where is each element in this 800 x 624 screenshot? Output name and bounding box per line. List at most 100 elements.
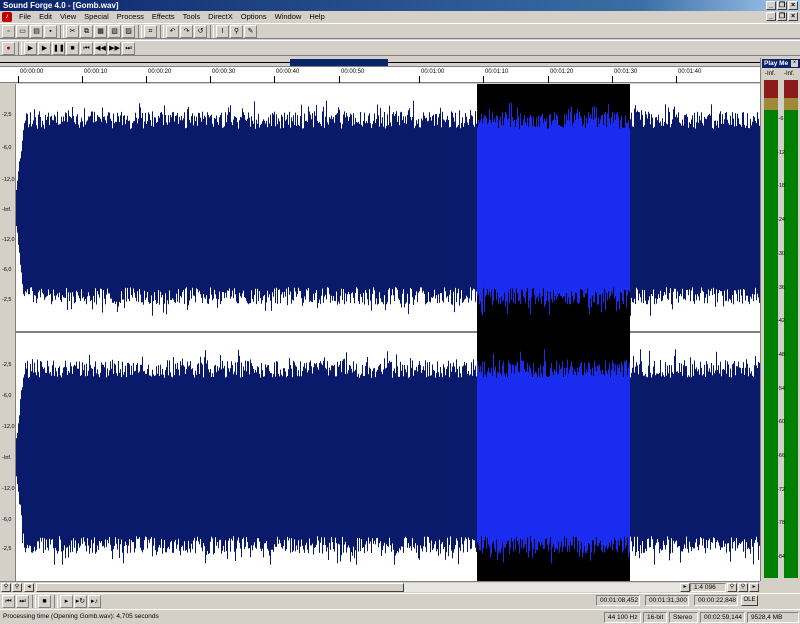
magnify-tool-icon[interactable]: ⚲ — [230, 24, 243, 38]
repeat-icon[interactable]: ↺ — [194, 24, 207, 38]
ole-drag-button[interactable]: OLE — [741, 595, 758, 606]
scroll-right-end-icon[interactable]: ▸ — [749, 583, 759, 592]
zoom-ratio[interactable]: 1:4 096 — [690, 583, 726, 592]
db-label: -6,0 — [2, 517, 12, 523]
close-icon[interactable]: × — [791, 60, 798, 67]
pencil-tool-icon[interactable]: ✎ — [244, 24, 257, 38]
fast-forward-icon[interactable]: ▶▶ — [108, 41, 121, 55]
menu-view[interactable]: View — [56, 11, 80, 23]
meter-clip-zone — [764, 80, 778, 98]
standard-toolbar: ▫ ▭ ▤ ▪ ✂ ⧉ ▦ ▧ ▨ ⌗ ↶ ↷ ↺ I ⚲ ✎ — [0, 23, 800, 39]
menu-file[interactable]: File — [15, 11, 35, 23]
zoom-out-icon[interactable]: ⚲ — [12, 583, 22, 592]
go-to-end-icon[interactable]: ⏭ — [16, 594, 29, 608]
document-controls: _ ❐ × — [766, 12, 798, 21]
menu-directx[interactable]: DirectX — [204, 11, 237, 23]
waveform-trace — [16, 100, 760, 316]
ruler-label: 00:00:30 — [212, 69, 236, 75]
doc-restore-button[interactable]: ❐ — [777, 12, 787, 21]
meter-scale-label: -60 — [777, 419, 785, 426]
scroll-right-icon[interactable]: ▸ — [680, 583, 690, 592]
menu-window[interactable]: Window — [271, 11, 306, 23]
menu-edit[interactable]: Edit — [35, 11, 56, 23]
sample-rate[interactable]: 44 100 Hz — [604, 612, 641, 623]
db-label: -Inf. — [2, 455, 12, 461]
restore-button[interactable]: ❐ — [777, 1, 787, 10]
toolbar-separator — [138, 24, 142, 38]
menu-tools[interactable]: Tools — [179, 11, 205, 23]
channel-mode[interactable]: Stereo — [669, 612, 698, 623]
db-label: -2,5 — [2, 297, 12, 303]
selection-end-time[interactable]: 00:01:31,300 — [645, 595, 689, 606]
zoom-in-icon[interactable]: ⚲ — [1, 583, 11, 592]
ruler-tick — [483, 76, 484, 83]
play-icon[interactable]: ▶ — [38, 41, 51, 55]
zoom-in-time-icon[interactable]: ⚲ — [727, 583, 737, 592]
meter-scale-label: -42 — [777, 318, 785, 325]
bit-depth[interactable]: 16-bit — [643, 612, 667, 623]
undo-icon[interactable]: ↶ — [166, 24, 179, 38]
stop-icon[interactable]: ■ — [66, 41, 79, 55]
menu-options[interactable]: Options — [237, 11, 271, 23]
play-all-icon[interactable]: ▶ — [24, 41, 37, 55]
db-label: -6,0 — [2, 145, 12, 151]
doc-close-button[interactable]: × — [788, 12, 798, 21]
paste-crossfade-icon[interactable]: ▨ — [122, 24, 135, 38]
close-button[interactable]: × — [788, 1, 798, 10]
open-folder-icon[interactable]: ▭ — [16, 24, 29, 38]
play-normal-icon[interactable]: ▸ — [60, 594, 73, 608]
db-label: -2,5 — [2, 112, 12, 118]
meter-scale-label: -84 — [777, 554, 785, 561]
redo-icon[interactable]: ↷ — [180, 24, 193, 38]
menu-process[interactable]: Process — [113, 11, 148, 23]
save-as-icon[interactable]: ▤ — [30, 24, 43, 38]
doc-minimize-button[interactable]: _ — [766, 12, 776, 21]
menu-special[interactable]: Special — [80, 11, 113, 23]
save-disk-icon[interactable]: ▪ — [44, 24, 57, 38]
stop-icon[interactable]: ■ — [38, 594, 51, 608]
waveform-display[interactable] — [16, 84, 760, 581]
title-bar: Sound Forge 4.0 - [Gomb.wav] _ ❐ × — [0, 0, 800, 11]
scroll-left-icon[interactable]: ◂ — [24, 583, 34, 592]
overview-view-region[interactable] — [290, 59, 388, 66]
left-peak-readout: -Inf. — [765, 71, 776, 77]
ruler-label: 00:01:40 — [678, 69, 702, 75]
ruler-tick — [18, 76, 19, 83]
rewind-icon[interactable]: ◀◀ — [94, 41, 107, 55]
record-icon[interactable]: ● — [2, 41, 15, 55]
copy-icon[interactable]: ⧉ — [80, 24, 93, 38]
edit-tool-cursor-icon[interactable]: I — [216, 24, 229, 38]
paste-icon[interactable]: ▦ — [94, 24, 107, 38]
db-label: -2,5 — [2, 546, 12, 552]
cut-scissors-icon[interactable]: ✂ — [66, 24, 79, 38]
waveform-area[interactable]: -2,5 -6,0 -12,0 -Inf. -12,0 -6,0 -2,5 -2… — [0, 84, 760, 581]
menu-help[interactable]: Help — [305, 11, 328, 23]
status-message: Processing time (Opening Gomb.wav): 4,70… — [3, 613, 159, 620]
meter-scale-label: -18 — [777, 183, 785, 190]
selection-start-time[interactable]: 00:01:08,452 — [596, 595, 640, 606]
pause-icon[interactable]: ❚❚ — [52, 41, 65, 55]
play-all-icon[interactable]: ▸♪ — [88, 594, 101, 608]
app-icon[interactable]: ♪ — [2, 12, 12, 22]
time-ruler[interactable]: 00:00:00 00:00:10 00:00:20 00:00:30 00:0… — [0, 67, 760, 83]
overview-bar[interactable] — [0, 58, 760, 67]
ruler-tick — [339, 76, 340, 83]
meter-scale-label: -30 — [777, 250, 785, 257]
go-to-end-icon[interactable]: ⏭ — [122, 41, 135, 55]
new-file-icon[interactable]: ▫ — [2, 24, 15, 38]
ruler-label: 00:01:10 — [485, 69, 509, 75]
zoom-out-time-icon[interactable]: ⚲ — [738, 583, 748, 592]
mix-paste-icon[interactable]: ▧ — [108, 24, 121, 38]
horizontal-scroll-thumb[interactable] — [36, 583, 404, 592]
meter-scale-label: -66 — [777, 453, 785, 459]
go-to-start-icon[interactable]: ⏮ — [2, 594, 15, 608]
ruler-tick — [210, 76, 211, 83]
trim-crop-icon[interactable]: ⌗ — [144, 24, 157, 38]
horizontal-scrollbar[interactable] — [36, 583, 686, 592]
db-label: -12,0 — [2, 486, 15, 492]
go-to-start-icon[interactable]: ⏮ — [80, 41, 93, 55]
menu-effects[interactable]: Effects — [148, 11, 179, 23]
play-looped-icon[interactable]: ▸↻ — [74, 594, 87, 608]
selection-length-time[interactable]: 00:00:22,848 — [694, 595, 738, 606]
minimize-button[interactable]: _ — [766, 1, 776, 10]
